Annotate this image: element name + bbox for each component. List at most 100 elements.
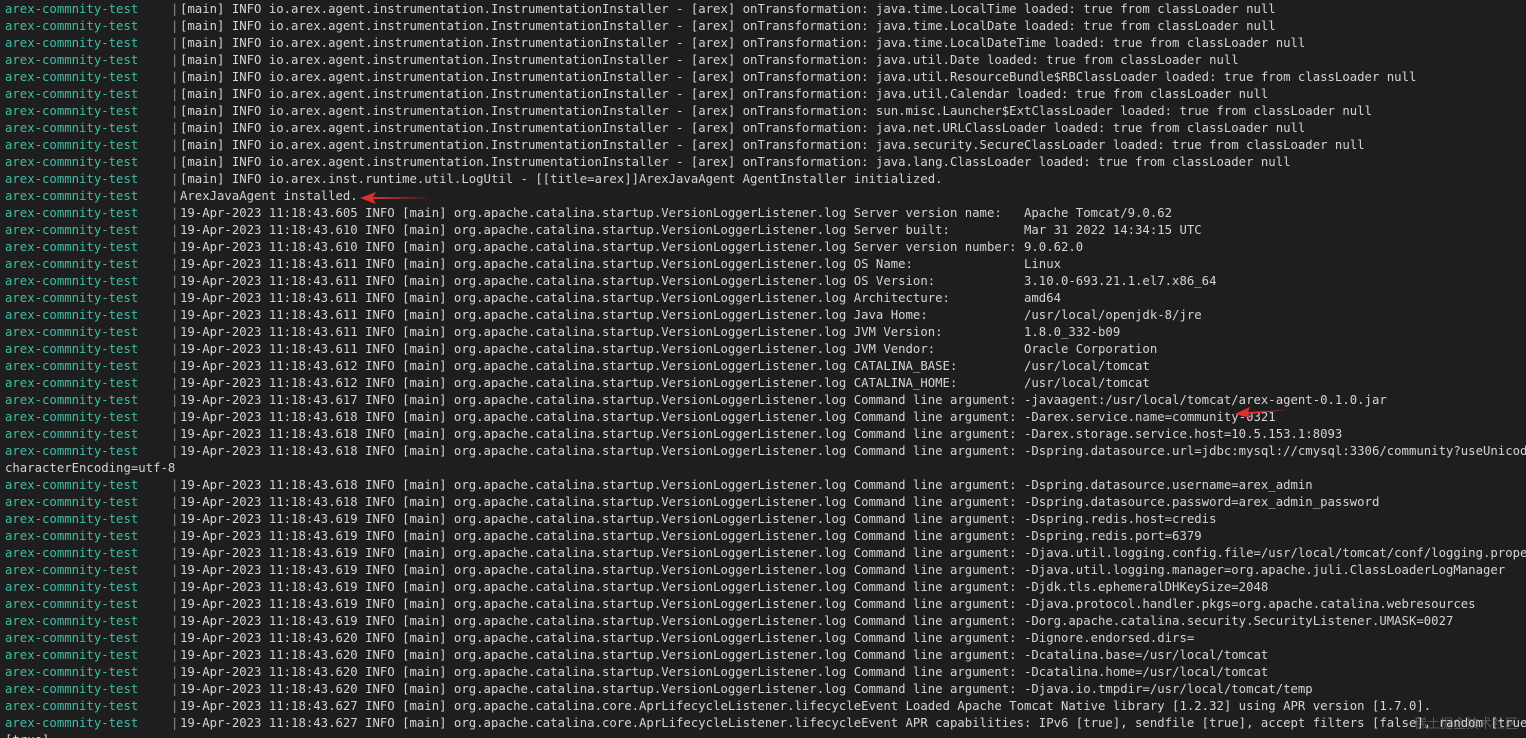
watermark: 稀土掘金技术社区 <box>1413 717 1518 732</box>
log-line: arex-commnity-test | [main] INFO io.arex.a… <box>5 35 1526 52</box>
log-message: 19-Apr-2023 11:18:43.610 INFO [main] org… <box>180 223 1202 237</box>
log-separator: | <box>171 427 179 441</box>
log-line: arex-commnity-test | 19-Apr-2023 11:18:43.… <box>5 443 1526 460</box>
log-message: [main] INFO io.arex.agent.instrumentatio… <box>180 104 1372 118</box>
log-message: ArexJavaAgent installed. <box>180 189 358 203</box>
log-line: arex-commnity-test | 19-Apr-2023 11:18:43.… <box>5 222 1526 239</box>
log-separator: | <box>171 393 179 407</box>
log-separator: | <box>171 376 179 390</box>
log-line: arex-commnity-test | 19-Apr-2023 11:18:43.… <box>5 494 1526 511</box>
log-message: 19-Apr-2023 11:18:43.619 INFO [main] org… <box>180 614 1454 628</box>
log-separator: | <box>171 274 179 288</box>
log-source-label: arex-commnity-test <box>5 240 139 254</box>
log-separator: | <box>171 495 179 509</box>
log-source-label: arex-commnity-test <box>5 87 139 101</box>
log-line: arex-commnity-test | [main] INFO io.arex.a… <box>5 120 1526 137</box>
log-line: arex-commnity-test | [main] INFO io.arex.a… <box>5 69 1526 86</box>
log-source-label: arex-commnity-test <box>5 155 139 169</box>
log-separator: | <box>171 512 179 526</box>
log-source-label: arex-commnity-test <box>5 529 139 543</box>
log-separator: | <box>171 36 179 50</box>
log-line: arex-commnity-test | 19-Apr-2023 11:18:43.… <box>5 426 1526 443</box>
log-separator: | <box>171 342 179 356</box>
log-line: arex-commnity-test | 19-Apr-2023 11:18:43.… <box>5 545 1526 562</box>
log-message: [main] INFO io.arex.agent.instrumentatio… <box>180 155 1291 169</box>
log-source-label: arex-commnity-test <box>5 716 139 730</box>
log-separator: | <box>171 104 179 118</box>
log-line: arex-commnity-test | [main] INFO io.arex.a… <box>5 103 1526 120</box>
log-message: [main] INFO io.arex.agent.instrumentatio… <box>180 121 1306 135</box>
log-line: arex-commnity-test | 19-Apr-2023 11:18:43.… <box>5 562 1526 579</box>
log-source-label: arex-commnity-test <box>5 665 139 679</box>
log-line: arex-commnity-test | 19-Apr-2023 11:18:43.… <box>5 579 1526 596</box>
log-line: arex-commnity-test | [main] INFO io.arex.a… <box>5 52 1526 69</box>
log-separator: | <box>171 87 179 101</box>
log-line: arex-commnity-test | 19-Apr-2023 11:18:43.… <box>5 358 1526 375</box>
log-separator: | <box>171 665 179 679</box>
log-line: arex-commnity-test | [main] INFO io.arex.i… <box>5 171 1526 188</box>
log-separator: | <box>171 597 179 611</box>
log-message: 19-Apr-2023 11:18:43.605 INFO [main] org… <box>180 206 1173 220</box>
log-message: 19-Apr-2023 11:18:43.611 INFO [main] org… <box>180 308 1202 322</box>
log-separator: | <box>171 172 179 186</box>
log-source-label: arex-commnity-test <box>5 580 139 594</box>
log-message: 19-Apr-2023 11:18:43.618 INFO [main] org… <box>180 427 1343 441</box>
log-message: [main] INFO io.arex.agent.instrumentatio… <box>180 87 1269 101</box>
log-line: arex-commnity-test | 19-Apr-2023 11:18:43.… <box>5 375 1526 392</box>
log-line: arex-commnity-test | [main] INFO io.arex.a… <box>5 18 1526 35</box>
log-source-label: arex-commnity-test <box>5 206 139 220</box>
log-message: 19-Apr-2023 11:18:43.619 INFO [main] org… <box>180 546 1526 560</box>
log-separator: | <box>171 359 179 373</box>
log-message: 19-Apr-2023 11:18:43.619 INFO [main] org… <box>180 529 1202 543</box>
log-separator: | <box>171 121 179 135</box>
log-line: arex-commnity-test | [main] INFO io.arex.a… <box>5 154 1526 171</box>
log-separator: | <box>171 2 179 16</box>
log-message: 19-Apr-2023 11:18:43.611 INFO [main] org… <box>180 342 1158 356</box>
log-source-label: arex-commnity-test <box>5 223 139 237</box>
log-line: arex-commnity-test | ArexJavaAgent install… <box>5 188 1526 205</box>
log-source-label: arex-commnity-test <box>5 614 139 628</box>
log-message: 19-Apr-2023 11:18:43.619 INFO [main] org… <box>180 597 1476 611</box>
log-line: arex-commnity-test | 19-Apr-2023 11:18:43.… <box>5 205 1526 222</box>
log-message: 19-Apr-2023 11:18:43.611 INFO [main] org… <box>180 291 1061 305</box>
log-message: 19-Apr-2023 11:18:43.620 INFO [main] org… <box>180 682 1313 696</box>
log-line: arex-commnity-test | 19-Apr-2023 11:18:43.… <box>5 647 1526 664</box>
log-source-label: arex-commnity-test <box>5 121 139 135</box>
log-message: 19-Apr-2023 11:18:43.620 INFO [main] org… <box>180 631 1195 645</box>
log-separator: | <box>171 529 179 543</box>
log-separator: | <box>171 138 179 152</box>
log-line: arex-commnity-test | 19-Apr-2023 11:18:43.… <box>5 409 1526 426</box>
log-separator: | <box>171 631 179 645</box>
log-line: arex-commnity-test | 19-Apr-2023 11:18:43.… <box>5 324 1526 341</box>
log-message: [main] INFO io.arex.agent.instrumentatio… <box>180 2 1276 16</box>
log-source-label: arex-commnity-test <box>5 257 139 271</box>
log-line: arex-commnity-test | 19-Apr-2023 11:18:43.… <box>5 681 1526 698</box>
log-message: 19-Apr-2023 11:18:43.619 INFO [main] org… <box>180 512 1217 526</box>
log-source-label: arex-commnity-test <box>5 36 139 50</box>
log-source-label: arex-commnity-test <box>5 410 139 424</box>
log-message: 19-Apr-2023 11:18:43.618 INFO [main] org… <box>180 410 1276 424</box>
log-separator: | <box>171 614 179 628</box>
log-separator: | <box>171 325 179 339</box>
log-source-label: arex-commnity-test <box>5 393 139 407</box>
log-source-label: arex-commnity-test <box>5 53 139 67</box>
log-source-label: arex-commnity-test <box>5 172 139 186</box>
log-source-label: arex-commnity-test <box>5 291 139 305</box>
log-source-label: arex-commnity-test <box>5 512 139 526</box>
log-line: arex-commnity-test | 19-Apr-2023 11:18:43.… <box>5 664 1526 681</box>
log-line: arex-commnity-test | 19-Apr-2023 11:18:43.… <box>5 239 1526 256</box>
log-message: 19-Apr-2023 11:18:43.620 INFO [main] org… <box>180 648 1269 662</box>
log-line: arex-commnity-test | 19-Apr-2023 11:18:43.… <box>5 528 1526 545</box>
log-message: 19-Apr-2023 11:18:43.618 INFO [main] org… <box>180 444 1526 458</box>
log-message: 19-Apr-2023 11:18:43.619 INFO [main] org… <box>180 580 1269 594</box>
log-message: 19-Apr-2023 11:18:43.618 INFO [main] org… <box>180 478 1313 492</box>
log-source-label: arex-commnity-test <box>5 495 139 509</box>
log-message: [main] INFO io.arex.agent.instrumentatio… <box>180 53 1239 67</box>
log-message: 19-Apr-2023 11:18:43.617 INFO [main] org… <box>180 393 1387 407</box>
log-message: 19-Apr-2023 11:18:43.611 INFO [main] org… <box>180 274 1217 288</box>
log-line: arex-commnity-test | 19-Apr-2023 11:18:43.… <box>5 630 1526 647</box>
log-line: arex-commnity-test | 19-Apr-2023 11:18:43.… <box>5 307 1526 324</box>
terminal-output[interactable]: arex-commnity-test | [main] INFO io.arex.a… <box>0 0 1526 738</box>
log-separator: | <box>171 699 179 713</box>
log-message: [main] INFO io.arex.agent.instrumentatio… <box>180 138 1365 152</box>
